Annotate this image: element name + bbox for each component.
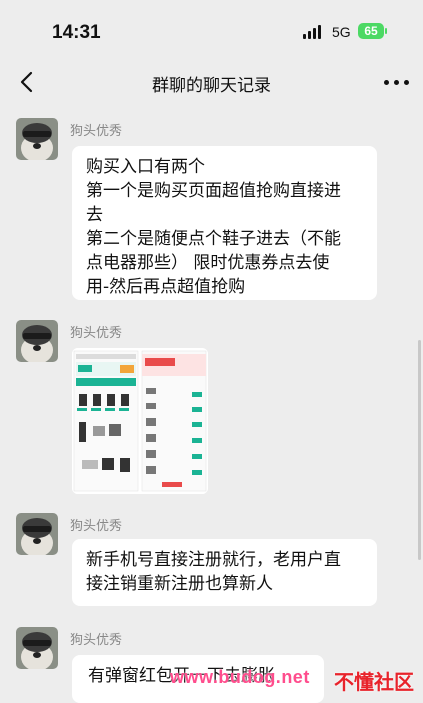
message-line: 去 [86,205,103,225]
message-line: 第二个是随便点个鞋子进去（不能 [86,229,341,249]
signal-icon [303,25,325,39]
sender-name: 狗头优秀 [70,633,123,648]
avatar[interactable] [16,320,58,362]
message-line: 第一个是购买页面超值抢购直接进 [86,181,341,201]
avatar[interactable] [16,118,58,160]
network-type: 5G [332,24,351,40]
battery-tip [385,28,387,34]
status-time: 14:31 [52,22,101,43]
message-line: 点电器那些） 限时优惠券点去使 [86,253,330,273]
scrollbar[interactable] [418,340,421,560]
page-title: 群聊的聊天记录 [152,76,271,96]
message-line: 新手机号直接注册就行，老用户直 [86,550,341,570]
message-line: 用-然后再点超值抢购 [86,277,246,297]
avatar[interactable] [16,627,58,669]
sender-name: 狗头优秀 [70,519,123,534]
navigation-bar: 群聊的聊天记录 [0,58,423,108]
watermark-label: 不懂社区 [334,670,414,694]
message-line: 接注销重新注册也算新人 [86,574,273,594]
more-options-icon[interactable] [382,70,412,94]
message-line: 购买入口有两个 [86,157,205,177]
shopping-screenshot-image [72,348,208,494]
sender-name: 狗头优秀 [70,326,123,341]
battery-icon: 65 [358,23,384,39]
avatar[interactable] [16,513,58,555]
sender-name: 狗头优秀 [70,124,123,139]
message-bubble[interactable]: 新手机号直接注册就行，老用户直 接注销重新注册也算新人 [72,539,377,606]
message-bubble[interactable]: 购买入口有两个 第一个是购买页面超值抢购直接进 去 第二个是随便点个鞋子进去（不… [72,146,377,300]
image-message[interactable] [72,348,208,494]
watermark-site: www.budog.net [170,667,310,687]
status-bar: 14:31 5G 65 [0,0,423,58]
